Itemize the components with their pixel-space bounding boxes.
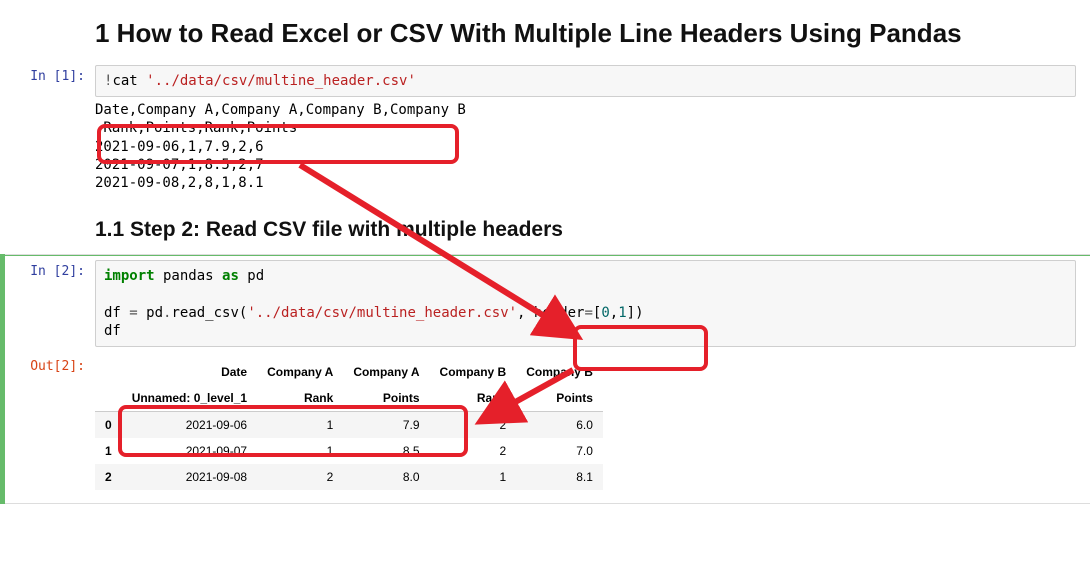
table-cell: 1 xyxy=(95,438,122,464)
code-cell-2-content: import pandas as pd df = pd.read_csv('..… xyxy=(95,260,1090,347)
alias-pd: pd xyxy=(239,268,264,284)
table-cell: 2 xyxy=(430,438,517,464)
table-cell: 7.0 xyxy=(516,438,603,464)
pd-ref: pd xyxy=(138,305,163,321)
cat-cmd: cat xyxy=(112,73,146,89)
prompt-in-2: In [2]: xyxy=(0,260,95,283)
kw-as: as xyxy=(222,268,239,284)
table-header-cell: Company A xyxy=(343,359,429,385)
table-cell: 8.1 xyxy=(516,464,603,490)
output-cell-2-content: DateCompany ACompany ACompany BCompany B… xyxy=(95,355,1090,499)
arg-path-str: '../data/csv/multine_header.csv' xyxy=(247,305,517,321)
table-header-cell: Rank xyxy=(430,385,517,412)
section-title: 1.1 Step 2: Read CSV file with multiple … xyxy=(95,218,1076,242)
heading2-content: 1.1 Step 2: Read CSV file with multiple … xyxy=(95,200,1090,250)
table-cell: 2021-09-07 xyxy=(122,438,257,464)
table-cell: 2 xyxy=(95,464,122,490)
expr-df: df xyxy=(104,323,121,339)
table-header-cell: Unnamed: 0_level_1 xyxy=(122,385,257,412)
kw-import: import xyxy=(104,268,155,284)
table-row: 12021-09-0718.527.0 xyxy=(95,438,603,464)
mod-pandas: pandas xyxy=(155,268,222,284)
dataframe-body: 02021-09-0617.926.012021-09-0718.527.022… xyxy=(95,411,603,490)
num-0: 0 xyxy=(601,305,609,321)
code-input-2[interactable]: import pandas as pd df = pd.read_csv('..… xyxy=(95,260,1076,347)
prompt-out-2: Out[2]: xyxy=(0,355,95,378)
selected-cell-wrapper: In [2]: import pandas as pd df = pd.read… xyxy=(0,254,1090,504)
table-cell: 1 xyxy=(257,411,343,438)
table-header-cell xyxy=(95,359,122,385)
jupyter-notebook: 1 How to Read Excel or CSV With Multiple… xyxy=(0,0,1090,504)
heading-cell-h2: 1.1 Step 2: Read CSV file with multiple … xyxy=(0,196,1090,254)
heading-content: 1 How to Read Excel or CSV With Multiple… xyxy=(95,4,1090,57)
num-1: 1 xyxy=(618,305,626,321)
fn-readcsv: read_csv( xyxy=(171,305,247,321)
kw-header: header xyxy=(534,305,585,321)
var-df: df xyxy=(104,305,129,321)
table-cell: 6.0 xyxy=(516,411,603,438)
comma2: , xyxy=(610,305,618,321)
table-cell: 7.9 xyxy=(343,411,429,438)
table-header-cell: Company B xyxy=(430,359,517,385)
prompt-in-1: In [1]: xyxy=(0,65,95,88)
table-header-cell: Points xyxy=(516,385,603,412)
code-input-1[interactable]: !cat '../data/csv/multine_header.csv' xyxy=(95,65,1076,97)
table-header-cell: Date xyxy=(122,359,257,385)
code-output-1: Date,Company A,Company A,Company B,Compa… xyxy=(95,97,1076,192)
dataframe-header: DateCompany ACompany ACompany BCompany B… xyxy=(95,359,603,412)
table-row: 22021-09-0828.018.1 xyxy=(95,464,603,490)
table-cell: 0 xyxy=(95,411,122,438)
code-cell-1: In [1]: !cat '../data/csv/multine_header… xyxy=(0,61,1090,196)
table-cell: 2 xyxy=(430,411,517,438)
selection-indicator xyxy=(0,254,5,504)
cell-divider-bottom xyxy=(0,503,1090,504)
table-header-cell: Points xyxy=(343,385,429,412)
code-cell-2[interactable]: In [2]: import pandas as pd df = pd.read… xyxy=(0,255,1090,351)
eq2: = xyxy=(584,305,592,321)
table-cell: 8.0 xyxy=(343,464,429,490)
table-cell: 2 xyxy=(257,464,343,490)
table-header-cell xyxy=(95,385,122,412)
table-cell: 1 xyxy=(430,464,517,490)
dataframe-table: DateCompany ACompany ACompany BCompany B… xyxy=(95,359,603,490)
table-header-cell: Company B xyxy=(516,359,603,385)
br-close: ]) xyxy=(627,305,644,321)
table-cell: 2021-09-08 xyxy=(122,464,257,490)
table-cell: 1 xyxy=(257,438,343,464)
code-cell-1-content: !cat '../data/csv/multine_header.csv' Da… xyxy=(95,65,1090,192)
eq: = xyxy=(129,305,137,321)
table-header-cell: Company A xyxy=(257,359,343,385)
table-header-cell: Rank xyxy=(257,385,343,412)
comma: , xyxy=(517,305,534,321)
cat-path: '../data/csv/multine_header.csv' xyxy=(146,73,416,89)
table-row: 02021-09-0617.926.0 xyxy=(95,411,603,438)
table-cell: 8.5 xyxy=(343,438,429,464)
table-cell: 2021-09-06 xyxy=(122,411,257,438)
page-title: 1 How to Read Excel or CSV With Multiple… xyxy=(95,18,1076,49)
heading-cell-h1: 1 How to Read Excel or CSV With Multiple… xyxy=(0,0,1090,61)
output-cell-2: Out[2]: DateCompany ACompany ACompany BC… xyxy=(0,351,1090,503)
